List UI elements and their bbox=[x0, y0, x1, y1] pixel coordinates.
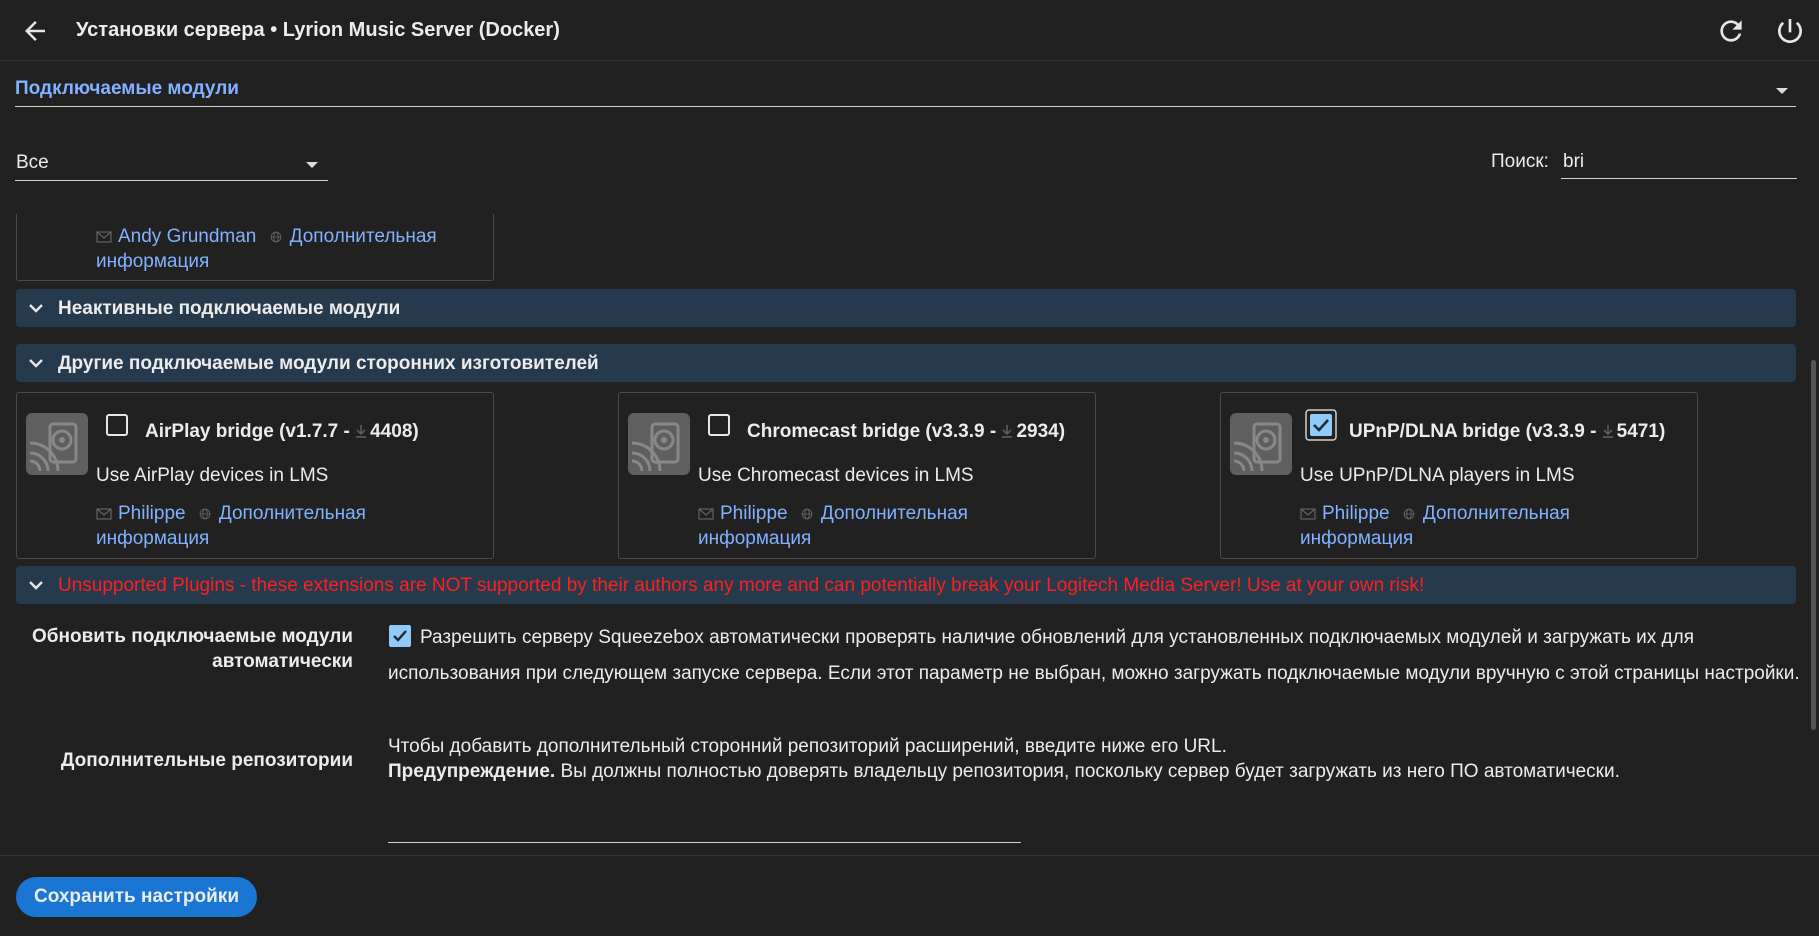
email-icon bbox=[96, 231, 112, 243]
group-unsupported-plugins[interactable]: Unsupported Plugins - these extensions a… bbox=[16, 566, 1796, 604]
save-settings-button[interactable]: Сохранить настройки bbox=[16, 877, 257, 917]
more-info-link[interactable]: информация bbox=[96, 528, 209, 549]
plugin-description: Use Chromecast devices in LMS bbox=[698, 465, 974, 486]
email-icon bbox=[96, 508, 112, 520]
arrow-left-icon[interactable] bbox=[20, 16, 50, 46]
plugin-title: Chromecast bridge (v3.3.9 - bbox=[747, 421, 1002, 442]
auto-update-label-line: Обновить подключаемые модули bbox=[32, 626, 353, 647]
plugin-placeholder-icon bbox=[26, 413, 88, 475]
author-link[interactable]: Andy Grundman bbox=[118, 226, 256, 247]
plugin-description: Use AirPlay devices in LMS bbox=[96, 465, 329, 486]
enable-checkbox-checked[interactable] bbox=[1305, 409, 1337, 441]
plugin-card-airplay: AirPlay bridge (v1.7.7 - 4408) Use AirPl… bbox=[16, 392, 494, 559]
download-icon bbox=[1002, 425, 1013, 438]
plugin-author-line: Philippe Дополнительная информация bbox=[1300, 501, 1680, 551]
auto-update-label: Обновить подключаемые модули автоматичес… bbox=[32, 624, 353, 674]
globe-icon bbox=[1403, 508, 1415, 520]
repos-intro: Чтобы добавить дополнительный сторонний … bbox=[388, 736, 1227, 757]
plugin-name: UPnP/DLNA bridge (v3.3.9 - 5471) bbox=[1349, 421, 1665, 443]
more-info-link[interactable]: информация bbox=[1300, 528, 1413, 549]
power-icon[interactable] bbox=[1774, 15, 1806, 47]
group-label-warning: Unsupported Plugins - these extensions a… bbox=[58, 575, 1425, 596]
globe-icon bbox=[801, 508, 813, 520]
more-info-link[interactable]: информация bbox=[96, 251, 209, 272]
chevron-down-icon bbox=[29, 304, 43, 313]
repository-url-input[interactable] bbox=[388, 818, 1021, 843]
refresh-icon[interactable] bbox=[1715, 15, 1747, 47]
section-select-value: Подключаемые модули bbox=[15, 78, 239, 99]
repos-warning-text: Вы должны полностью доверять владельцу р… bbox=[555, 761, 1620, 782]
search-label: Поиск: bbox=[1491, 151, 1549, 172]
author-link[interactable]: Philippe bbox=[118, 503, 186, 524]
plugin-description: Use UPnP/DLNA players in LMS bbox=[1300, 465, 1575, 486]
page-title: Установки сервера • Lyrion Music Server … bbox=[76, 19, 560, 41]
more-info-link[interactable]: Дополнительная bbox=[219, 503, 366, 524]
plugin-placeholder-icon bbox=[628, 413, 690, 475]
scrollbar[interactable] bbox=[1811, 360, 1816, 730]
caret-down-icon bbox=[1776, 88, 1788, 94]
auto-update-setting: Разрешить серверу Squeezebox автоматичес… bbox=[388, 620, 1808, 692]
download-count: 4408) bbox=[370, 421, 419, 442]
plugin-card-partial: Andy Grundman Дополнительная информация bbox=[16, 214, 494, 281]
enable-checkbox[interactable] bbox=[707, 413, 731, 437]
auto-update-description: Разрешить серверу Squeezebox автоматичес… bbox=[388, 627, 1800, 684]
plugin-author-line: Andy Grundman Дополнительная информация bbox=[96, 224, 476, 274]
author-link[interactable]: Philippe bbox=[1322, 503, 1390, 524]
group-label: Другие подключаемые модули сторонних изг… bbox=[58, 353, 599, 374]
repos-warning-bold: Предупреждение. bbox=[388, 761, 556, 782]
group-label: Неактивные подключаемые модули bbox=[58, 298, 401, 319]
section-select[interactable]: Подключаемые модули bbox=[15, 74, 1796, 107]
repos-description: Чтобы добавить дополнительный сторонний … bbox=[388, 734, 1808, 784]
more-info-link[interactable]: Дополнительная bbox=[821, 503, 968, 524]
filter-select[interactable]: Все bbox=[15, 148, 328, 181]
download-icon bbox=[356, 425, 367, 438]
email-icon bbox=[698, 508, 714, 520]
enable-checkbox[interactable] bbox=[105, 413, 129, 437]
plugin-name: AirPlay bridge (v1.7.7 - 4408) bbox=[145, 421, 419, 443]
auto-update-checkbox[interactable] bbox=[388, 624, 412, 648]
plugin-author-line: Philippe Дополнительная информация bbox=[698, 501, 1078, 551]
more-info-link[interactable]: Дополнительная bbox=[290, 226, 437, 247]
search-input[interactable] bbox=[1561, 146, 1797, 179]
top-bar: Установки сервера • Lyrion Music Server … bbox=[0, 0, 1819, 61]
plugin-card-chromecast: Chromecast bridge (v3.3.9 - 2934) Use Ch… bbox=[618, 392, 1096, 559]
download-count: 2934) bbox=[1016, 421, 1066, 442]
repos-label: Дополнительные репозитории bbox=[60, 750, 353, 771]
more-info-link[interactable]: Дополнительная bbox=[1423, 503, 1570, 524]
plugin-placeholder-icon bbox=[1230, 413, 1292, 475]
download-icon bbox=[1602, 425, 1613, 438]
author-link[interactable]: Philippe bbox=[720, 503, 788, 524]
divider bbox=[0, 855, 1819, 856]
plugin-title: UPnP/DLNA bridge (v3.3.9 - bbox=[1349, 421, 1602, 442]
globe-icon bbox=[270, 231, 281, 243]
group-inactive-plugins[interactable]: Неактивные подключаемые модули bbox=[16, 289, 1796, 327]
auto-update-label-line: автоматически bbox=[212, 651, 353, 672]
caret-down-icon bbox=[306, 162, 318, 168]
plugin-author-line: Philippe Дополнительная информация bbox=[96, 501, 476, 551]
chevron-down-icon bbox=[29, 581, 43, 590]
more-info-link[interactable]: информация bbox=[698, 528, 811, 549]
chevron-down-icon bbox=[29, 359, 43, 368]
globe-icon bbox=[199, 508, 211, 520]
group-third-party-plugins[interactable]: Другие подключаемые модули сторонних изг… bbox=[16, 344, 1796, 382]
plugin-card-upnp: UPnP/DLNA bridge (v3.3.9 - 5471) Use UPn… bbox=[1220, 392, 1698, 559]
download-count: 5471) bbox=[1616, 421, 1666, 442]
filter-select-value: Все bbox=[16, 152, 49, 173]
plugin-name: Chromecast bridge (v3.3.9 - 2934) bbox=[747, 421, 1065, 443]
email-icon bbox=[1300, 508, 1316, 520]
plugin-title: AirPlay bridge (v1.7.7 - bbox=[145, 421, 356, 442]
